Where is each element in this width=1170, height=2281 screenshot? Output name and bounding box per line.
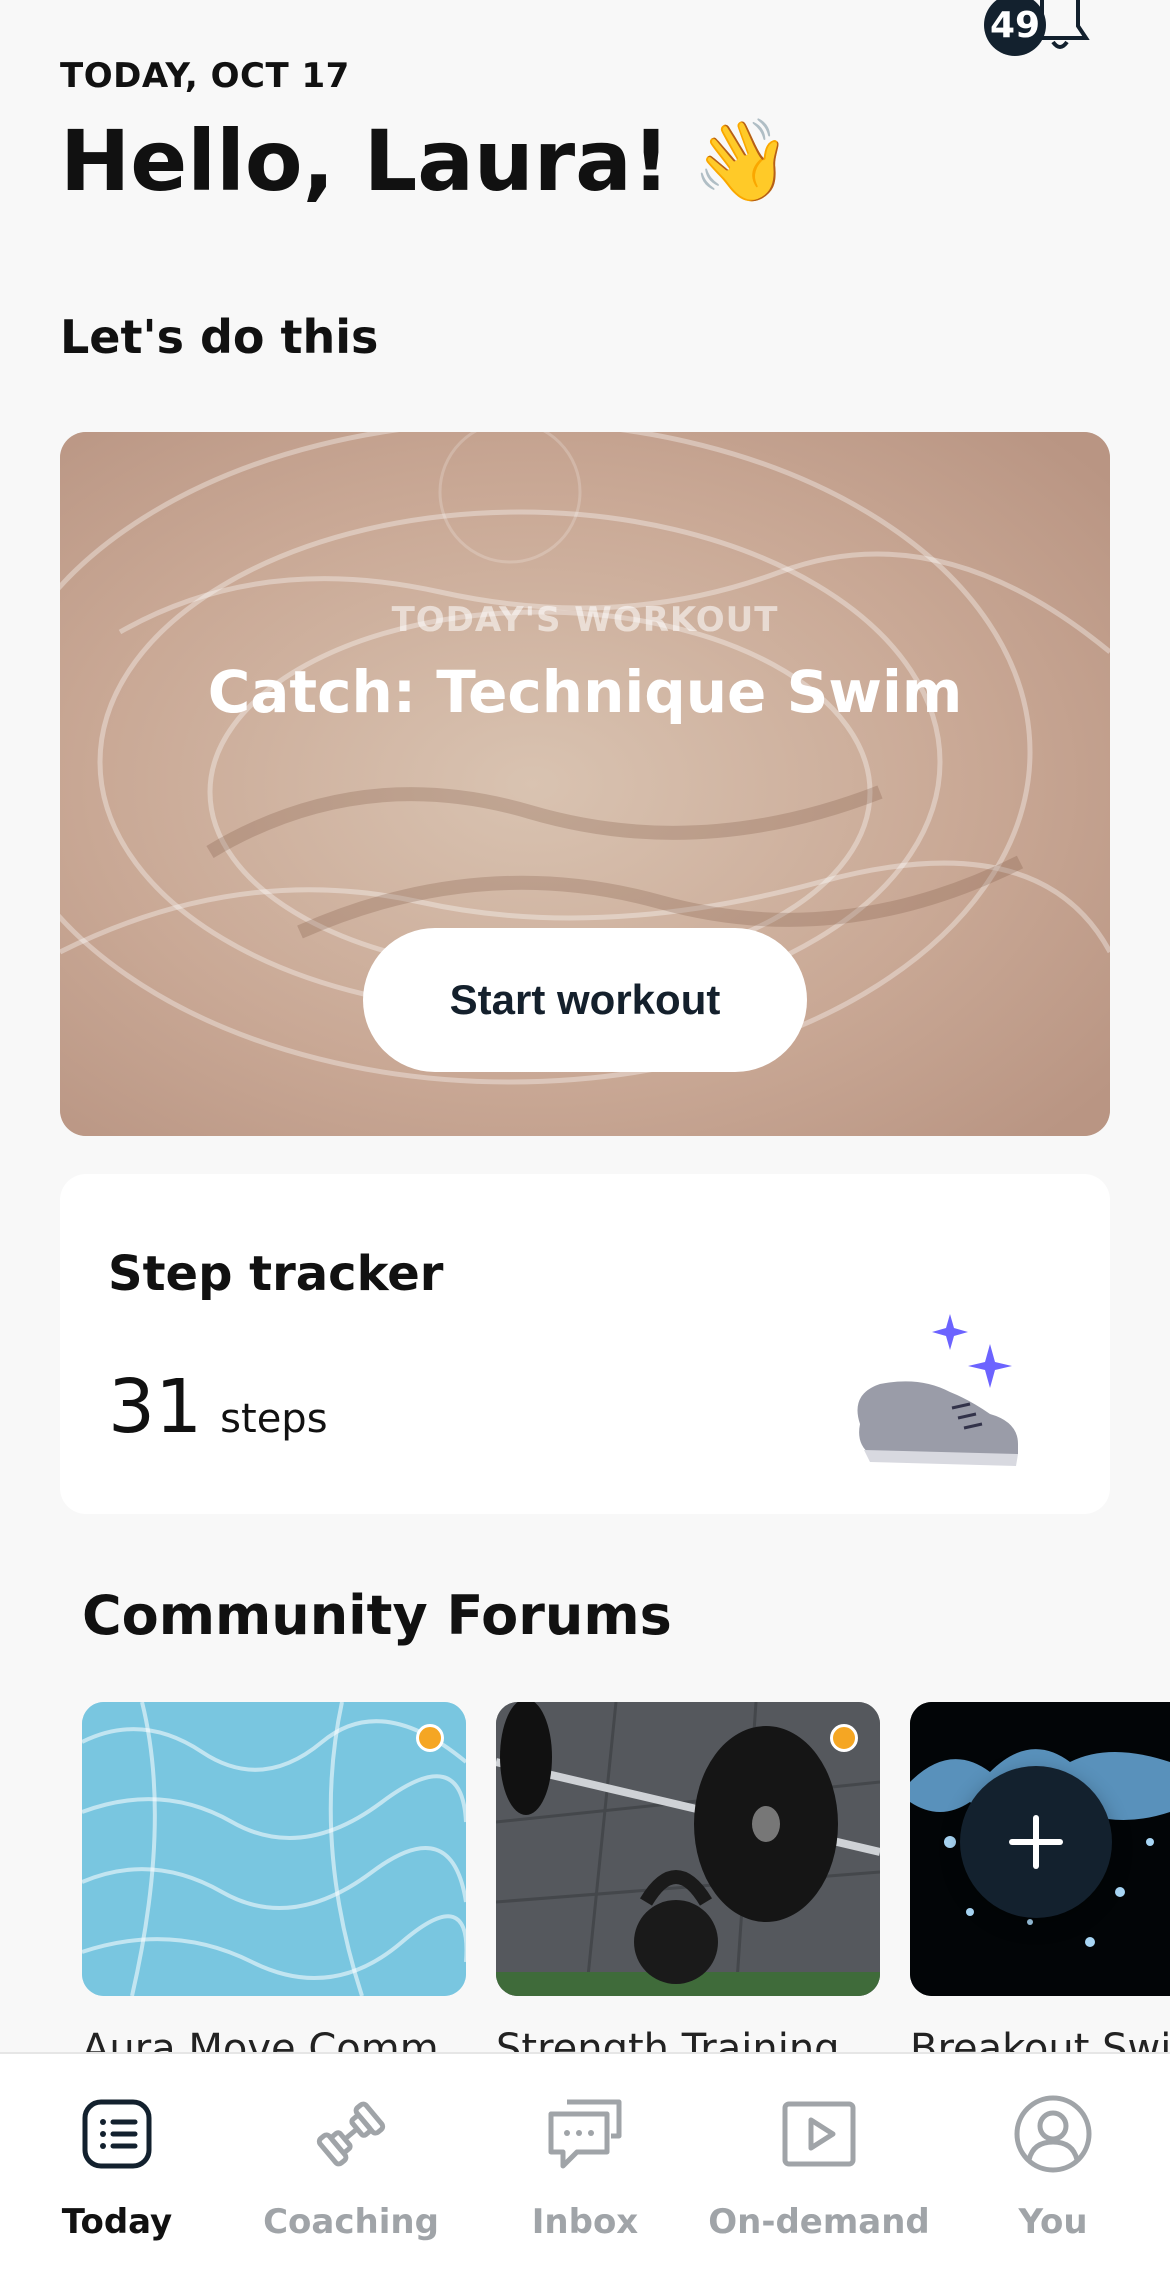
add-button[interactable] (960, 1766, 1112, 1918)
nav-tab-today[interactable]: Today (0, 2054, 234, 2281)
greeting-heading: Hello, Laura! 👋 (60, 112, 792, 210)
workout-title: Catch: Technique Swim (207, 658, 963, 726)
current-date: TODAY, OCT 17 (60, 56, 350, 96)
nav-label-today: Today (61, 2202, 173, 2242)
nav-tab-inbox[interactable]: Inbox (468, 2054, 702, 2281)
step-tracker-title: Step tracker (108, 1246, 444, 1302)
section-title: Let's do this (60, 310, 379, 364)
forum-tile-1[interactable] (82, 1702, 466, 1996)
workout-kicker: TODAY'S WORKOUT (391, 600, 779, 640)
dumbbell-icon (316, 2101, 386, 2167)
step-count-value: 31 (108, 1364, 203, 1450)
plus-icon (1009, 1815, 1063, 1869)
greeting-text: Hello, Laura! (60, 112, 671, 210)
pool-water-image (82, 1702, 466, 1996)
profile-icon (1014, 2095, 1092, 2173)
step-count: 31 steps (108, 1364, 328, 1450)
bottom-navigation: Today Coaching Inbox On-demand You (0, 2052, 1170, 2281)
nav-tab-on-demand[interactable]: On-demand (702, 2054, 936, 2281)
chat-icon (548, 2099, 622, 2169)
step-count-unit: steps (220, 1396, 328, 1442)
community-forums-title: Community Forums (82, 1584, 672, 1647)
nav-tab-coaching[interactable]: Coaching (234, 2054, 468, 2281)
todays-workout-card[interactable]: TODAY'S WORKOUT Catch: Technique Swim St… (60, 432, 1110, 1136)
forum-tile-2[interactable] (496, 1702, 880, 1996)
nav-tab-you[interactable]: You (936, 2054, 1170, 2281)
list-icon (82, 2099, 152, 2169)
unread-indicator (830, 1724, 858, 1752)
start-workout-button[interactable]: Start workout (363, 928, 807, 1072)
unread-indicator (416, 1724, 444, 1752)
step-tracker-card[interactable]: Step tracker 31 steps (60, 1174, 1110, 1514)
notifications-button[interactable]: 49 (984, 0, 1094, 60)
nav-label-you: You (1018, 2202, 1088, 2242)
play-icon (782, 2101, 856, 2167)
waving-hand-icon: 👋 (692, 114, 792, 207)
nav-label-inbox: Inbox (531, 2202, 639, 2242)
nav-label-on-demand: On-demand (708, 2202, 930, 2242)
sneaker-icon (857, 1314, 1018, 1466)
nav-label-coaching: Coaching (263, 2202, 439, 2242)
barbell-kettlebell-image (496, 1702, 880, 1996)
